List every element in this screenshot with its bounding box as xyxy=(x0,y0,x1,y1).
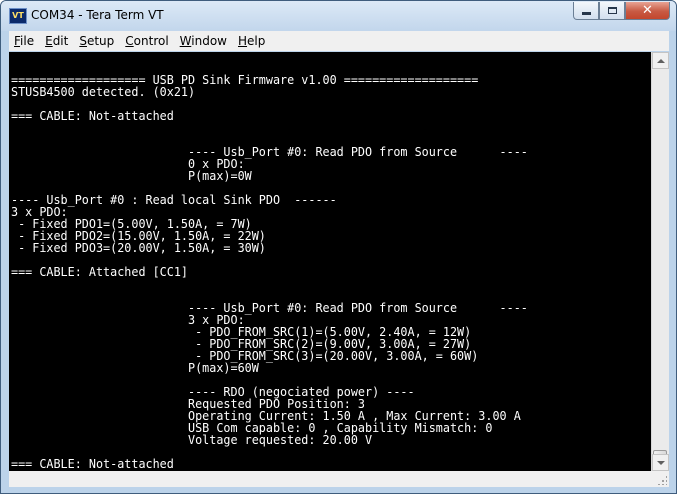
scroll-up-button[interactable] xyxy=(652,52,669,69)
terminal-text: =================== USB PD Sink Firmware… xyxy=(11,74,528,470)
terminal-window: VT COM34 - Tera Term VT ✕ File Edit Setu… xyxy=(0,0,677,494)
caption-buttons: ✕ xyxy=(573,2,670,21)
terminal-line: === CABLE: Not-attached xyxy=(11,109,174,123)
tera-term-icon[interactable]: VT xyxy=(9,8,27,24)
window-title: COM34 - Tera Term VT xyxy=(31,8,164,22)
maximize-button[interactable] xyxy=(599,2,625,20)
menu-file[interactable]: File xyxy=(9,34,40,48)
menu-bar: File Edit Setup Control Window Help xyxy=(9,31,669,51)
terminal-line: STUSB4500 detected. (0x21) xyxy=(11,85,196,99)
status-bar xyxy=(9,471,669,487)
menu-window[interactable]: Window xyxy=(175,34,233,48)
terminal-line: === CABLE: Not-attached xyxy=(11,457,174,471)
vertical-scrollbar[interactable] xyxy=(651,52,669,471)
scroll-up-arrow-icon xyxy=(656,58,665,63)
minimize-icon xyxy=(581,12,591,15)
title-bar[interactable]: VT COM34 - Tera Term VT ✕ xyxy=(1,1,676,31)
terminal-line: - Fixed PDO3=(20.00V, 1.50A, = 30W) xyxy=(18,241,266,255)
minimize-button[interactable] xyxy=(573,2,599,20)
resize-grip-icon[interactable] xyxy=(657,475,667,485)
terminal-output[interactable]: =================== USB PD Sink Firmware… xyxy=(9,52,651,471)
menu-setup[interactable]: Setup xyxy=(74,34,120,48)
terminal-line: P(max)=0W xyxy=(187,169,252,183)
terminal-line: === CABLE: Attached [CC1] xyxy=(11,265,189,279)
maximize-icon xyxy=(607,7,617,14)
terminal-line: P(max)=60W xyxy=(187,361,259,375)
scroll-down-button[interactable] xyxy=(652,454,669,471)
terminal-line: Voltage requested: 20.00 V xyxy=(187,433,373,447)
menu-help[interactable]: Help xyxy=(233,34,271,48)
close-button[interactable]: ✕ xyxy=(625,2,670,20)
menu-control[interactable]: Control xyxy=(120,34,174,48)
menu-edit[interactable]: Edit xyxy=(40,34,74,48)
close-icon: ✕ xyxy=(642,3,653,18)
scroll-down-arrow-icon xyxy=(656,460,665,465)
